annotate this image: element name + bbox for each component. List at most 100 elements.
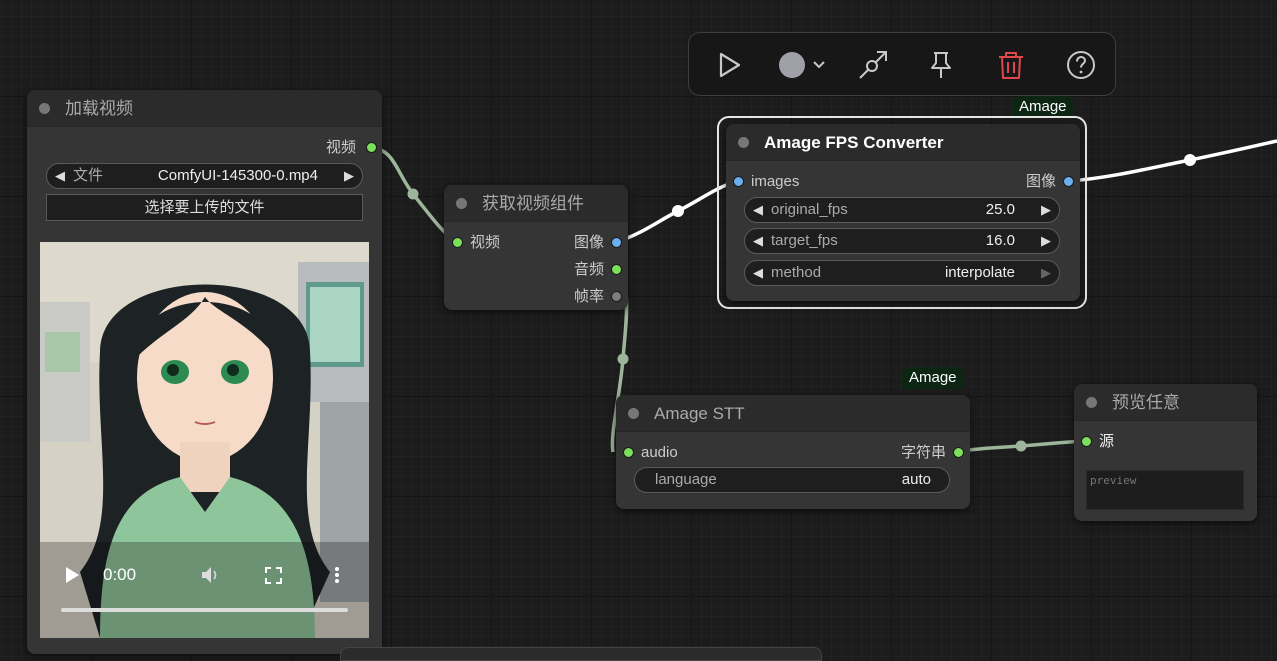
input-slot-source[interactable] xyxy=(1081,436,1092,447)
left-arrow-icon[interactable]: ◀ xyxy=(55,164,65,188)
node-title: 获取视频组件 xyxy=(482,194,584,213)
left-arrow-icon[interactable]: ◀ xyxy=(753,229,763,253)
widget-label: original_fps xyxy=(771,201,848,218)
link-audio-midpoint xyxy=(617,353,629,365)
fullscreen-icon xyxy=(265,567,282,584)
collapse-dot[interactable] xyxy=(1086,397,1097,408)
node-header[interactable]: 加载视频 xyxy=(27,90,382,127)
file-combo[interactable]: ◀ 文件 ComfyUI-145300-0.mp4 ▶ xyxy=(46,163,363,189)
node-badge: Amage xyxy=(1012,96,1074,118)
video-progress-bar[interactable] xyxy=(61,608,348,612)
file-combo-value: ComfyUI-145300-0.mp4 xyxy=(157,167,318,184)
right-arrow-icon[interactable]: ▶ xyxy=(344,164,354,188)
output-slot-audio[interactable] xyxy=(611,264,622,275)
widget-value: 25.0 xyxy=(985,201,1015,218)
node-header[interactable]: Amage FPS Converter xyxy=(726,124,1080,161)
volume-icon xyxy=(202,567,217,583)
get-video-components-node[interactable]: 获取视频组件 视频 图像 音频 帧率 xyxy=(444,185,628,310)
run-button[interactable] xyxy=(711,47,747,83)
output-label-string: 字符串 xyxy=(900,444,946,461)
load-video-node[interactable]: 加载视频 视频 ◀ 文件 ComfyUI-145300-0.mp4 ▶ 选择要上… xyxy=(27,90,382,654)
input-label-source: 源 xyxy=(1099,433,1115,450)
output-label-fps: 帧率 xyxy=(573,288,604,305)
method-widget[interactable]: ◀ method interpolate ▶ xyxy=(744,260,1060,286)
chevron-down-icon xyxy=(813,61,825,69)
fullscreen-button[interactable] xyxy=(265,567,282,584)
output-slot-video[interactable] xyxy=(366,142,377,153)
node-title: Amage STT xyxy=(654,404,745,423)
right-arrow-icon[interactable]: ▶ xyxy=(1041,198,1051,222)
node-header[interactable]: 获取视频组件 xyxy=(444,185,628,222)
link-image-2 xyxy=(1068,139,1277,183)
color-icon xyxy=(779,52,825,78)
upload-button[interactable]: 选择要上传的文件 xyxy=(46,194,363,221)
color-picker-button[interactable] xyxy=(773,47,829,83)
language-widget[interactable]: language auto xyxy=(634,467,950,493)
more-vertical-icon xyxy=(335,567,339,583)
input-label-images: images xyxy=(751,173,800,190)
input-label-video: 视频 xyxy=(470,234,501,251)
widget-value: interpolate xyxy=(944,264,1015,281)
link-video-midpoint xyxy=(407,188,419,200)
link-image-2-midpoint xyxy=(1184,154,1196,166)
collapse-dot[interactable] xyxy=(39,103,50,114)
delete-button[interactable] xyxy=(993,47,1029,83)
right-arrow-icon[interactable]: ▶ xyxy=(1041,229,1051,253)
link-image-1-midpoint xyxy=(672,205,684,217)
video-time: 0:00 xyxy=(103,565,137,584)
left-arrow-icon[interactable]: ◀ xyxy=(753,261,763,285)
node-header[interactable]: Amage STT xyxy=(616,395,970,432)
output-label-image: 图像 xyxy=(1025,173,1056,190)
target-fps-widget[interactable]: ◀ target_fps 16.0 ▶ xyxy=(744,228,1060,254)
left-arrow-icon[interactable]: ◀ xyxy=(753,198,763,222)
selection-toolbar xyxy=(688,32,1116,96)
node-header[interactable]: 预览任意 xyxy=(1074,384,1257,421)
run-icon xyxy=(719,52,741,78)
output-label-audio: 音频 xyxy=(573,261,604,278)
play-icon xyxy=(66,567,79,583)
amage-fps-converter-node[interactable]: Amage FPS Converter images 图像 ◀ original… xyxy=(726,124,1080,301)
collapse-dot[interactable] xyxy=(456,198,467,209)
bypass-icon xyxy=(859,51,887,79)
play-button[interactable] xyxy=(64,566,80,584)
node-title: Amage FPS Converter xyxy=(764,133,944,152)
preview-any-node[interactable]: 预览任意 源 xyxy=(1074,384,1257,521)
widget-value: auto xyxy=(901,471,931,488)
widget-label: method xyxy=(771,264,822,281)
node-title: 预览任意 xyxy=(1112,393,1180,412)
widget-label: language xyxy=(655,471,717,488)
link-string-midpoint xyxy=(1015,440,1027,452)
right-arrow-icon[interactable]: ▶ xyxy=(1041,261,1051,285)
pin-icon xyxy=(931,52,951,78)
link-string xyxy=(957,439,1086,453)
preview-textarea[interactable] xyxy=(1086,470,1244,510)
output-label-video: 视频 xyxy=(325,139,356,156)
widget-value: 16.0 xyxy=(985,232,1015,249)
input-slot-audio[interactable] xyxy=(623,447,634,458)
output-label-image: 图像 xyxy=(573,234,604,251)
original-fps-widget[interactable]: ◀ original_fps 25.0 ▶ xyxy=(744,197,1060,223)
help-button[interactable] xyxy=(1063,47,1099,83)
input-label-audio: audio xyxy=(641,444,678,461)
output-slot-image[interactable] xyxy=(1063,176,1074,187)
amage-stt-node[interactable]: Amage STT audio 字符串 language auto xyxy=(616,395,970,509)
output-slot-fps[interactable] xyxy=(611,291,622,302)
more-options-button[interactable] xyxy=(334,566,340,584)
input-slot-images[interactable] xyxy=(733,176,744,187)
collapse-dot[interactable] xyxy=(738,137,749,148)
widget-label: target_fps xyxy=(771,232,838,249)
delete-icon xyxy=(999,52,1023,79)
file-combo-label: 文件 xyxy=(73,167,104,184)
offscreen-node-edge[interactable] xyxy=(340,647,822,661)
output-slot-image[interactable] xyxy=(611,237,622,248)
bypass-button[interactable] xyxy=(855,47,891,83)
input-slot-video[interactable] xyxy=(452,237,463,248)
node-badge: Amage xyxy=(902,367,964,389)
help-icon xyxy=(1067,51,1095,79)
collapse-dot[interactable] xyxy=(628,408,639,419)
node-title: 加载视频 xyxy=(65,99,133,118)
volume-button[interactable] xyxy=(201,566,221,584)
pin-button[interactable] xyxy=(923,47,959,83)
video-player[interactable]: 0:00 xyxy=(40,242,369,638)
output-slot-string[interactable] xyxy=(953,447,964,458)
